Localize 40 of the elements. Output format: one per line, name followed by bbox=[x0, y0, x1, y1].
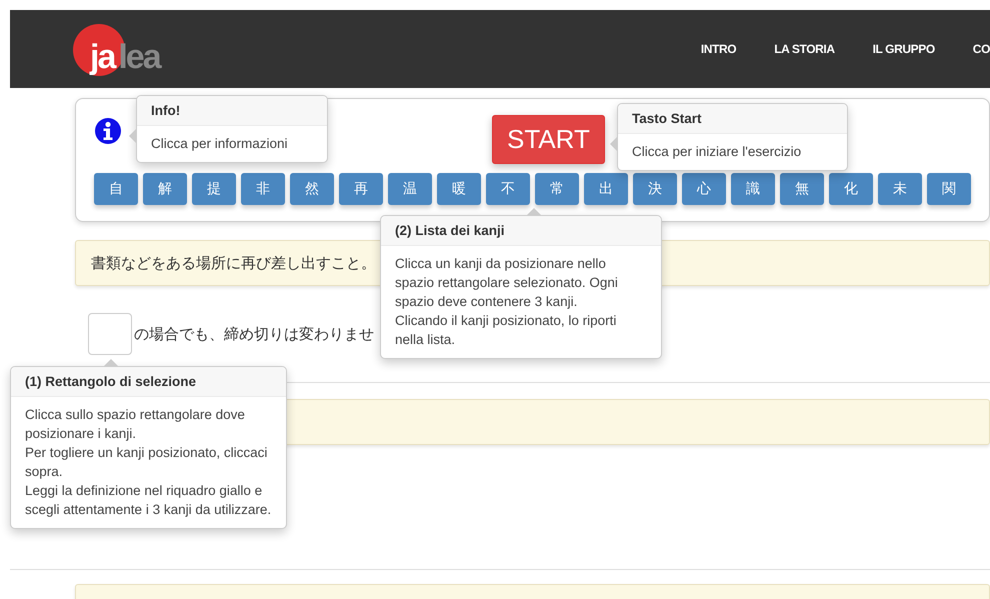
nav-link[interactable]: INTRO bbox=[700, 42, 736, 56]
kanji-button[interactable]: 関 bbox=[927, 173, 971, 205]
kanji-button[interactable]: 自 bbox=[94, 173, 138, 205]
nav-link[interactable]: CO bbox=[972, 42, 990, 56]
popover-text: Clicca per informazioni bbox=[151, 135, 289, 153]
kanji-button[interactable]: 出 bbox=[584, 173, 628, 205]
kanji-button[interactable]: 非 bbox=[241, 173, 285, 205]
kanji-button[interactable]: 決 bbox=[633, 173, 677, 205]
kanji-button[interactable]: 温 bbox=[388, 173, 432, 205]
kanji-button[interactable]: 化 bbox=[829, 173, 873, 205]
start-button[interactable]: START bbox=[492, 115, 605, 164]
kanji-button[interactable]: 解 bbox=[143, 173, 187, 205]
popover-title: (1) Rettangolo di selezione bbox=[11, 367, 286, 397]
kanji-button[interactable]: 識 bbox=[731, 173, 775, 205]
popover-text: Clicca un kanji da posizionare nello spazio rettangolare selezionato. Ogni spazio deve contenere 3 kanji. bbox=[395, 255, 619, 311]
info-icon[interactable] bbox=[94, 117, 122, 145]
kanji-button[interactable]: 再 bbox=[339, 173, 383, 205]
kanji-button[interactable]: 然 bbox=[290, 173, 334, 205]
popover-title: Info! bbox=[137, 96, 327, 126]
logo-text: lea bbox=[118, 40, 160, 74]
kanji-button[interactable]: 不 bbox=[486, 173, 530, 205]
popover-text: Clicando il kanji posizionato, lo riporti nella lista. bbox=[395, 312, 618, 349]
kanji-button[interactable]: 心 bbox=[682, 173, 726, 205]
kanji-button[interactable]: 提 bbox=[192, 173, 236, 205]
kanji-button[interactable]: 未 bbox=[878, 173, 922, 205]
logo-text: ja bbox=[90, 40, 114, 74]
nav-link[interactable]: LA STORIA bbox=[774, 42, 835, 56]
popover-text: Clicca sullo spazio rettangolare dove posizionare i kanji. bbox=[25, 406, 246, 443]
popover-title: Tasto Start bbox=[618, 104, 847, 134]
popover-text: Per togliere un kanji posizionato, cliccaci sopra. bbox=[25, 444, 268, 481]
kanji-button[interactable]: 暖 bbox=[437, 173, 481, 205]
popover-text: Leggi la definizione nel riquadro giallo e scegli attentamente i 3 kanji da utilizzare. bbox=[25, 482, 272, 519]
kanji-button[interactable]: 常 bbox=[535, 173, 579, 205]
popover-text: Clicca per iniziare l'esercizio bbox=[632, 143, 802, 161]
popover-title: (2) Lista dei kanji bbox=[381, 216, 661, 246]
sentence-text: の場合でも、締め切りは変わりませ bbox=[134, 324, 374, 344]
nav-link[interactable]: IL GRUPPO bbox=[872, 42, 935, 56]
kanji-button[interactable]: 無 bbox=[780, 173, 824, 205]
definition-text: 書類などをある場所に再び差し出すこと。 bbox=[91, 254, 376, 272]
logo[interactable]: jalea bbox=[73, 20, 185, 78]
